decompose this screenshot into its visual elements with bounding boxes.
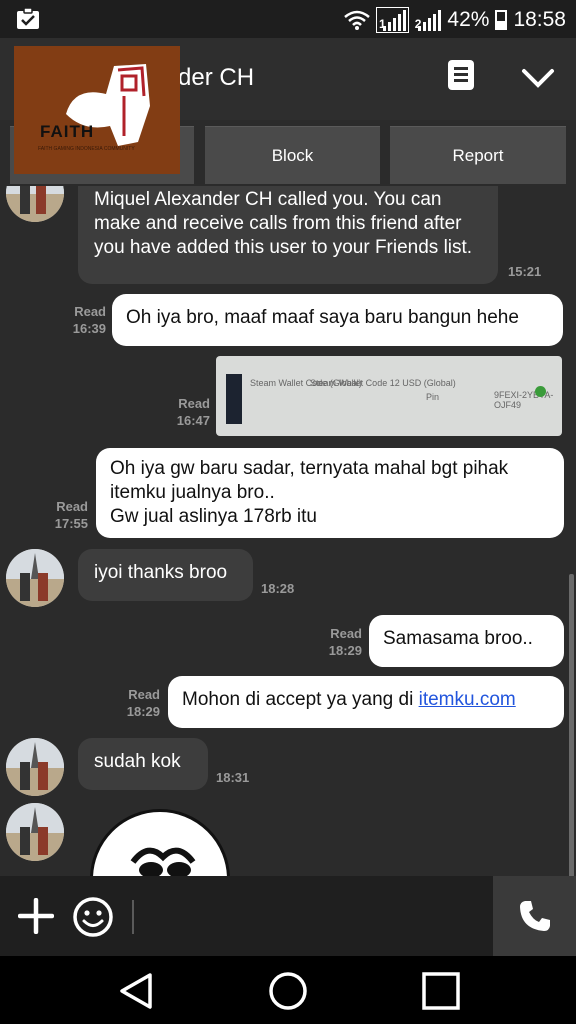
input-bar xyxy=(0,876,576,956)
message-bubble-outgoing[interactable]: Samasama broo.. xyxy=(369,615,564,667)
status-bar: 1 2 42% 18:58 xyxy=(0,0,576,38)
message-text: Oh iya bro, maaf maaf saya baru bangun h… xyxy=(126,307,519,328)
message-bubble-incoming[interactable]: sudah kok xyxy=(78,738,208,790)
system-nav-bar xyxy=(0,956,576,1024)
message-text: Samasama broo.. xyxy=(383,628,533,649)
message-bubble-outgoing[interactable]: Oh iya gw baru sadar, ternyata mahal bgt… xyxy=(96,448,564,538)
faith-logo: FAITH FAITH GAMING INDONESIA COMMUNITY xyxy=(14,46,180,174)
logo-word: FAITH xyxy=(40,122,95,141)
plus-icon[interactable] xyxy=(18,898,54,934)
message-bubble-incoming[interactable]: iyoi thanks broo xyxy=(78,549,253,601)
menu-icon[interactable] xyxy=(448,60,474,90)
call-button[interactable] xyxy=(493,876,576,956)
chevron-down-icon[interactable] xyxy=(518,58,558,98)
back-icon[interactable] xyxy=(116,970,158,1012)
check-icon xyxy=(535,386,546,397)
message-text: Miquel Alexander CH called you. You can … xyxy=(94,189,473,258)
message-meta: Read 18:29 xyxy=(114,686,160,720)
faith-emblem-icon xyxy=(66,64,150,146)
report-button[interactable]: Report xyxy=(390,126,566,184)
message-input[interactable] xyxy=(132,900,134,934)
contact-name[interactable]: der CH xyxy=(178,64,254,92)
avatar[interactable] xyxy=(6,549,64,607)
image-message[interactable]: Steam Wallet Code (Global) Steam Wallet … xyxy=(216,356,562,436)
clipboard-check-icon xyxy=(17,8,39,29)
emoji-icon[interactable] xyxy=(72,896,114,938)
read-status: Read xyxy=(74,304,106,319)
scrollbar[interactable] xyxy=(569,574,574,876)
message-time: 16:47 xyxy=(176,413,210,428)
sticker-message[interactable] xyxy=(90,809,230,876)
message-text: Mohon di accept ya yang di xyxy=(182,689,419,710)
message-time: 18:31 xyxy=(216,770,250,785)
logo-tagline: FAITH GAMING INDONESIA COMMUNITY xyxy=(38,146,135,152)
phone-call-icon xyxy=(519,901,550,931)
message-meta: Read 18:29 xyxy=(316,625,362,659)
message-time: 17:55 xyxy=(54,516,88,531)
message-bubble-outgoing[interactable]: Mohon di accept ya yang di itemku.com xyxy=(168,676,564,728)
message-line: Oh iya gw baru sadar, ternyata mahal bgt… xyxy=(110,458,509,479)
message-text: iyoi thanks broo xyxy=(94,562,228,583)
message-time: 18:29 xyxy=(328,643,362,658)
avatar[interactable] xyxy=(6,186,64,222)
message-meta: Read 16:39 xyxy=(60,303,106,337)
message-time: 15:21 xyxy=(508,264,542,279)
avatar[interactable] xyxy=(6,738,64,796)
battery-percent: 42% xyxy=(447,8,490,31)
message-link[interactable]: itemku.com xyxy=(419,689,516,710)
home-icon[interactable] xyxy=(267,970,309,1012)
message-time: 18:29 xyxy=(126,704,160,719)
read-status: Read xyxy=(178,396,210,411)
message-line: itemku jualnya bro.. xyxy=(110,482,275,503)
message-bubble-outgoing[interactable]: Oh iya bro, maaf maaf saya baru bangun h… xyxy=(112,294,563,346)
rage-face-icon xyxy=(130,847,196,876)
chat-area[interactable]: Miquel Alexander CH called you. You can … xyxy=(0,186,576,876)
message-meta: Read 16:47 xyxy=(164,395,210,429)
message-meta: Read 17:55 xyxy=(42,498,88,532)
recents-icon[interactable] xyxy=(420,970,462,1012)
image-text: Steam Wallet Code 12 USD (Global) xyxy=(310,378,456,388)
wifi-icon xyxy=(344,10,370,30)
read-status: Read xyxy=(56,499,88,514)
steam-logo-icon xyxy=(226,374,242,424)
message-time: 18:28 xyxy=(261,581,295,596)
clock: 18:58 xyxy=(513,8,566,31)
sim1-signal-icon: 1 xyxy=(376,7,409,33)
message-text: sudah kok xyxy=(94,751,181,772)
message-time: 16:39 xyxy=(72,321,106,336)
image-text: 9FEXI-2YBYA-OJF49 xyxy=(494,390,554,410)
read-status: Read xyxy=(330,626,362,641)
battery-icon xyxy=(495,10,508,30)
avatar[interactable] xyxy=(6,803,64,861)
read-status: Read xyxy=(128,687,160,702)
block-button[interactable]: Block xyxy=(205,126,380,184)
sim2-signal-icon: 2 xyxy=(415,9,442,31)
message-line: Gw jual aslinya 178rb itu xyxy=(110,506,317,527)
message-bubble-incoming[interactable]: Miquel Alexander CH called you. You can … xyxy=(78,186,498,284)
image-text: Pin xyxy=(426,392,440,402)
